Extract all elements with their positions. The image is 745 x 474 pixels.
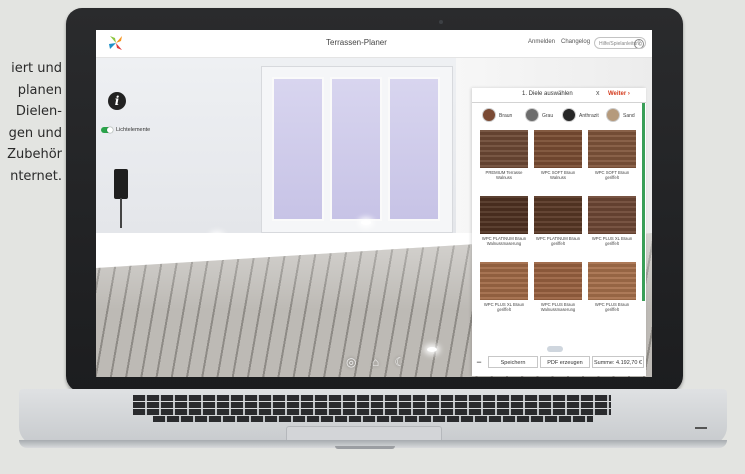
- color-filter: Braun Grau Anthrazit Sand: [472, 108, 646, 124]
- key-row: [133, 395, 611, 401]
- product-panel: 1. Diele auswählen x Weiter › Braun Grau…: [472, 88, 646, 376]
- save-button[interactable]: Speichern: [488, 356, 538, 368]
- product-image: [480, 262, 528, 300]
- floor-light: [361, 220, 371, 225]
- window-pane: [272, 77, 324, 221]
- product-image: [480, 130, 528, 168]
- help-icon: ?: [634, 39, 644, 48]
- 360-view-icon[interactable]: ◎: [346, 355, 362, 369]
- product-name: WPC PLUS XL Braun geriffelt: [483, 302, 525, 313]
- color-label: Braun: [499, 113, 513, 119]
- product-image: [588, 196, 636, 234]
- login-link[interactable]: Anmelden: [528, 39, 555, 45]
- product-tile[interactable]: WPC PLATINUM Braun geriffelt: [534, 196, 582, 254]
- promo-line: Dielen-: [15, 104, 62, 119]
- window-frame: [261, 66, 453, 233]
- total-sum: Summe: 4.192,70 €: [592, 356, 644, 368]
- speaker-object: [114, 169, 128, 199]
- color-label: Sand: [623, 113, 635, 119]
- product-name: WPC SOFT Braun geriffelt: [594, 170, 630, 181]
- app-screen: Terrassen-Planer Anmelden Changelog Hilf…: [96, 30, 652, 377]
- info-icon[interactable]: i: [108, 92, 126, 110]
- product-tile[interactable]: WPC SOFT Braun geriffelt: [588, 130, 636, 188]
- floor-light: [427, 347, 437, 352]
- collapse-button[interactable]: −: [474, 357, 484, 367]
- promo-line: gen und: [8, 125, 62, 141]
- top-bar: Terrassen-Planer Anmelden Changelog Hilf…: [96, 30, 652, 58]
- next-label: Weiter: [608, 91, 627, 97]
- color-swatch-sand[interactable]: [606, 108, 620, 122]
- floor-light: [212, 234, 222, 239]
- color-swatch-grey[interactable]: [525, 108, 539, 122]
- key-row: [133, 409, 611, 415]
- product-tile[interactable]: WPC PLUS XL Braun geriffelt: [480, 262, 528, 320]
- step-title: 1. Diele auswählen: [522, 91, 573, 97]
- product-name: WPC PLUS XL Braun geriffelt: [591, 236, 633, 247]
- logo-icon: [109, 36, 122, 50]
- help-button[interactable]: Hilfe/Spielanleitung ?: [594, 37, 646, 49]
- product-name: PREMIUM Terrasse Walnuss: [485, 170, 523, 181]
- product-tile[interactable]: WPC PLATINUM Braun Walnussmaserung: [480, 196, 528, 254]
- lights-toggle[interactable]: [101, 127, 113, 133]
- promo-text: iert und planen Dielen- gen und Zubehör …: [0, 58, 62, 187]
- lid-notch: [335, 446, 395, 449]
- promo-line: planen: [17, 82, 62, 98]
- app-title: Terrassen-Planer: [326, 38, 387, 47]
- keyboard: [133, 395, 611, 425]
- key-row: [133, 402, 611, 408]
- changelog-link[interactable]: Changelog: [561, 39, 590, 45]
- view-controls: ◎ ⌂ ☾: [346, 355, 411, 369]
- window-pane: [388, 77, 440, 221]
- panel-footer: − Speichern PDF erzeugen Summe: 4.192,70…: [472, 354, 646, 370]
- indicator-light: [695, 427, 707, 429]
- promo-line: nternet.: [10, 168, 62, 184]
- color-swatch-brown[interactable]: [482, 108, 496, 122]
- product-tile[interactable]: WPC SOFT Braun Walnuss: [534, 130, 582, 188]
- color-swatch-anthracite[interactable]: [562, 108, 576, 122]
- product-name: WPC PLUS Braun Walnussmaserung: [540, 302, 576, 313]
- product-image: [588, 262, 636, 300]
- close-icon[interactable]: x: [596, 90, 600, 97]
- speaker-stand: [120, 198, 122, 228]
- panel-header: 1. Diele auswählen x Weiter ›: [472, 88, 646, 103]
- 3d-viewport[interactable]: i Lichtelemente ◎ ⌂ ☾ 1. Diele auswählen…: [96, 58, 652, 377]
- color-label: Grau: [542, 113, 554, 119]
- promo-line: iert und: [11, 61, 62, 76]
- product-tile[interactable]: PREMIUM Terrasse Walnuss: [480, 130, 528, 188]
- scrollbar[interactable]: [642, 103, 645, 301]
- house-icon[interactable]: ⌂: [372, 355, 385, 369]
- product-name: WPC SOFT Braun Walnuss: [540, 170, 576, 181]
- product-tile[interactable]: WPC PLUS XL Braun geriffelt: [588, 196, 636, 254]
- product-image: [588, 130, 636, 168]
- product-image: [480, 196, 528, 234]
- next-button[interactable]: Weiter ›: [608, 89, 642, 100]
- camera-icon: [439, 20, 443, 24]
- product-image: [534, 130, 582, 168]
- product-image: [534, 196, 582, 234]
- promo-line: Zubehör: [7, 147, 62, 162]
- product-name: WPC PLATINUM Braun Walnussmaserung: [481, 236, 527, 247]
- product-tile[interactable]: WPC PLUS Braun Walnussmaserung: [534, 262, 582, 320]
- scroll-handle[interactable]: [547, 346, 563, 352]
- product-tile[interactable]: WPC PLUS Braun geriffelt: [588, 262, 636, 320]
- lights-toggle-label: Lichtelemente: [116, 127, 151, 133]
- product-name: WPC PLATINUM Braun geriffelt: [535, 236, 581, 247]
- pdf-button[interactable]: PDF erzeugen: [540, 356, 590, 368]
- key-row: [153, 416, 593, 422]
- night-mode-icon[interactable]: ☾: [394, 355, 411, 369]
- product-name: WPC PLUS Braun geriffelt: [594, 302, 630, 313]
- color-label: Anthrazit: [579, 113, 599, 119]
- window-pane: [330, 77, 382, 221]
- product-image: [534, 262, 582, 300]
